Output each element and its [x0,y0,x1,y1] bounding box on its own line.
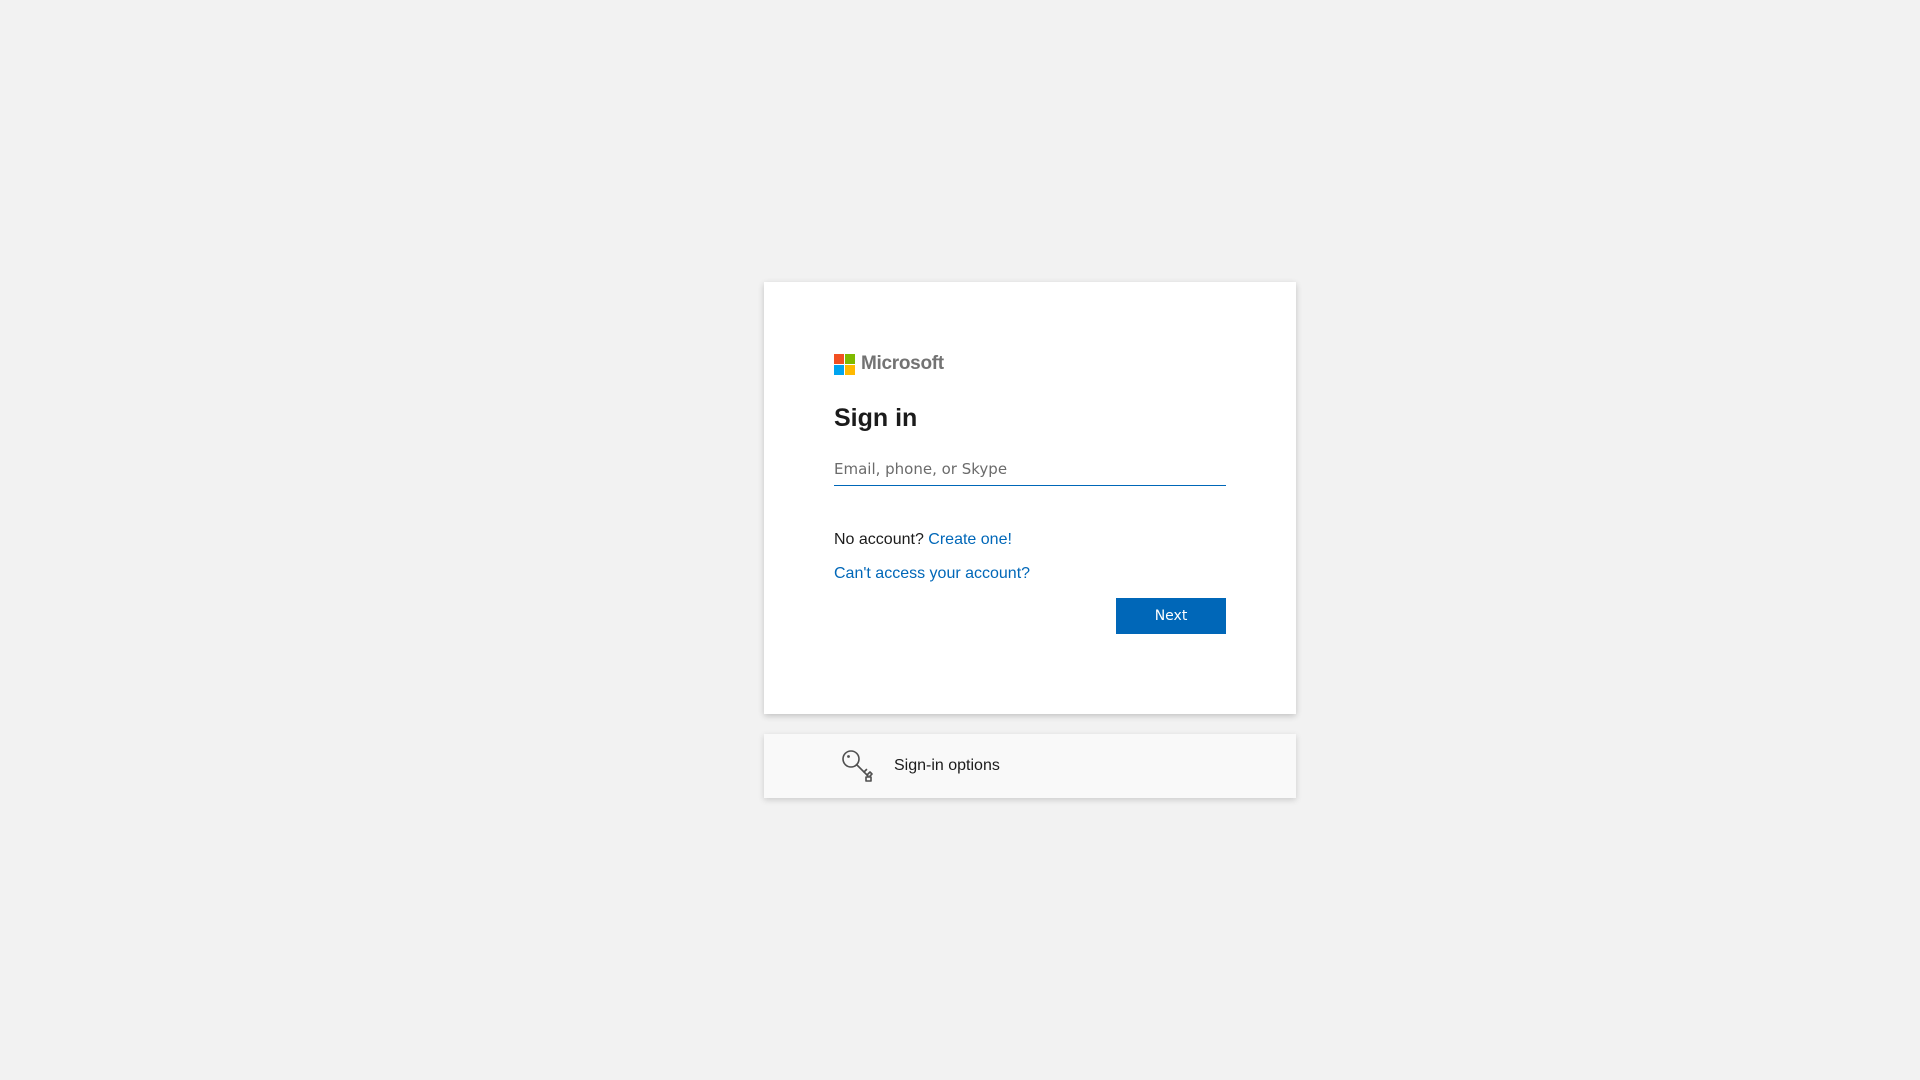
cant-access-link[interactable]: Can't access your account? [834,565,1030,582]
no-account-label: No account? [834,531,924,548]
key-icon [840,748,876,784]
microsoft-logo-icon [834,353,855,375]
cant-access-row: Can't access your account? [834,564,1226,584]
email-field-container [834,452,1226,486]
next-button[interactable]: Next [1116,598,1226,634]
signin-card: Microsoft Sign in No account? Create one… [764,282,1296,714]
page-title: Sign in [834,404,918,432]
microsoft-wordmark: Microsoft [861,353,944,374]
signin-options-label: Sign-in options [894,757,1000,774]
no-account-row: No account? Create one! [834,530,1226,550]
button-row: Next [834,598,1226,634]
signin-options-button[interactable]: Sign-in options [764,734,1296,798]
microsoft-logo: Microsoft [834,352,1226,376]
create-account-link[interactable]: Create one! [928,531,1012,548]
email-field[interactable] [834,452,1226,486]
